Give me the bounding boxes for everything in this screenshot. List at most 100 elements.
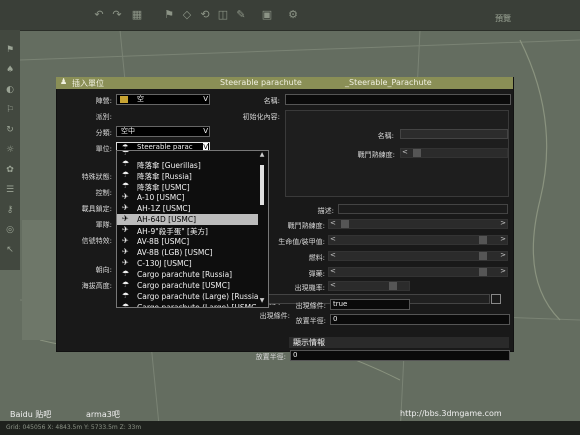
marker-tool-icon[interactable]: ☼	[3, 144, 17, 156]
slider-knob[interactable]	[479, 236, 487, 244]
bottom-radius-input[interactable]: 0	[290, 350, 510, 361]
parachute-icon: ☂	[122, 302, 130, 308]
category-select[interactable]: 空中 V	[116, 126, 210, 137]
module-tool-icon[interactable]: ✿	[3, 164, 17, 176]
dropdown-item[interactable]: ☂ 降落傘 [Guerillas]	[117, 159, 259, 170]
editor-toolbar: ↶ ↷ ▦ ⚑ ◇ ⟲ ◫ ✎ ▣ ⚙ 預覽	[0, 0, 580, 31]
slider-left-arrow: <	[330, 267, 336, 275]
forum-watermark: arma3吧	[86, 410, 120, 419]
module-icon[interactable]: ▣	[260, 9, 274, 21]
side-select[interactable]: 空 V	[116, 94, 210, 105]
subname-label: 名稱:	[377, 132, 394, 140]
dropdown-item-partial[interactable]: ☂	[117, 150, 259, 159]
bottom-radius-label: 放置半徑:	[255, 353, 286, 361]
display-info-section[interactable]: 顯示情報	[289, 337, 509, 348]
dropdown-item[interactable]: ☂ Cargo parachute (Large) [Russia	[117, 291, 259, 302]
dialog-titlebar: ♟ 插入單位 Steerable parachute _Steerable_Pa…	[56, 77, 513, 89]
plane-icon: ✈	[122, 258, 129, 267]
health-slider[interactable]: < >	[328, 235, 508, 245]
lock-tool-icon[interactable]: ⚷	[3, 204, 17, 216]
scroll-up-icon[interactable]: ▲	[258, 151, 266, 159]
dropdown-item[interactable]: ☂ 降落傘 [Russia]	[117, 170, 259, 181]
fuel-slider[interactable]: < >	[328, 251, 508, 261]
slider-right-arrow: >	[500, 267, 506, 275]
dropdown-item[interactable]: ✈ AH-9"殺手蛋" [美方]	[117, 225, 259, 236]
grid-icon[interactable]: ▦	[130, 9, 144, 21]
slider-left-arrow: <	[330, 281, 336, 289]
slider-knob[interactable]	[413, 149, 421, 157]
placement-radius-input[interactable]: 0	[330, 314, 510, 325]
skill-label: 戰鬥熟練度:	[357, 151, 395, 159]
sync-icon[interactable]: ⟲	[198, 9, 212, 21]
slider-left-arrow: <	[330, 235, 336, 243]
ammo-slider[interactable]: < >	[328, 267, 508, 277]
dialog-title: 插入單位	[72, 79, 104, 88]
placement-radius-label: 放置半徑:	[295, 317, 326, 325]
description-input[interactable]	[338, 204, 508, 214]
dropdown-item[interactable]: ✈ AV-8B [USMC]	[117, 236, 259, 247]
dropdown-item-label: Cargo parachute (Large) [USMC	[137, 303, 257, 308]
left-toolbar: ⚑ ♠ ◐ ⚐ ↻ ☼ ✿ ☰ ⚷ ◎ ↖	[0, 30, 20, 270]
dropdown-scrollbar[interactable]: ▲ ▼	[258, 151, 266, 305]
dropdown-item[interactable]: ✈ A-10 [USMC]	[117, 192, 259, 203]
dropdown-item[interactable]: ☂ 降落傘 [USMC]	[117, 181, 259, 192]
condition-input[interactable]: true	[330, 299, 410, 310]
subname-input[interactable]	[400, 129, 508, 139]
sync-tool-icon[interactable]: ↻	[3, 124, 17, 136]
slider-right-arrow: >	[500, 235, 506, 243]
cursor-tool-icon[interactable]: ↖	[3, 244, 17, 256]
slider-knob[interactable]	[341, 220, 349, 228]
group-icon[interactable]: ⚑	[162, 9, 176, 21]
skill-slider[interactable]: <	[400, 148, 508, 158]
scroll-down-icon[interactable]: ▼	[258, 297, 266, 305]
unit-tool-icon[interactable]: ⚑	[3, 44, 17, 56]
dropdown-item-label: Cargo parachute [Russia]	[137, 270, 233, 279]
dropdown-item-label: AV-8B (LGB) [USMC]	[137, 248, 213, 257]
plane-icon: ✈	[122, 192, 129, 201]
plane-icon: ✈	[122, 247, 129, 256]
unit-dropdown-list[interactable]: ☂ ☂ 降落傘 [Guerillas] ☂ 降落傘 [Russia] ☂ 降落傘 [USM…	[116, 150, 269, 308]
trigger-tool-icon[interactable]: ◐	[3, 84, 17, 96]
name-input[interactable]	[285, 94, 511, 105]
probability-checkbox[interactable]	[491, 294, 501, 304]
dropdown-item[interactable]: ✈ C-130J [USMC]	[117, 258, 259, 269]
control-label: 控制:	[95, 189, 112, 197]
category-value: 空中	[121, 127, 135, 135]
slider-knob[interactable]	[389, 282, 397, 290]
direction-label: 朝向:	[95, 266, 112, 274]
skill2-slider[interactable]: < >	[328, 219, 508, 229]
layer-tool-icon[interactable]: ☰	[3, 184, 17, 196]
dropdown-item-label: A-10 [USMC]	[137, 193, 185, 202]
slider-knob[interactable]	[479, 268, 487, 276]
dropdown-item[interactable]: ✈ AH-64D [USMC]	[117, 214, 259, 225]
parachute-icon: ☂	[122, 181, 130, 190]
dropdown-item[interactable]: ☂ Cargo parachute (Large) [USMC	[117, 302, 259, 308]
probability-slider[interactable]: <	[328, 281, 410, 291]
info-label: 信號特效:	[81, 237, 112, 245]
redo-icon[interactable]: ↷	[110, 9, 124, 21]
scroll-thumb[interactable]	[260, 165, 264, 205]
target-tool-icon[interactable]: ◎	[3, 224, 17, 236]
dropdown-item[interactable]: ✈ AH-1Z [USMC]	[117, 203, 259, 214]
waypoint-tool-icon[interactable]: ⚐	[3, 104, 17, 116]
chevron-down-icon: V	[203, 127, 208, 135]
category-label: 分類:	[95, 129, 112, 137]
dropdown-item-label: AH-9"殺手蛋" [美方]	[137, 227, 208, 236]
marker-icon[interactable]: ✎	[234, 9, 248, 21]
side-label: 陣營:	[95, 97, 112, 105]
dropdown-item[interactable]: ☂ Cargo parachute [Russia]	[117, 269, 259, 280]
status-bar: Grid: 045056 X: 4843.5m Y: 5733.5m Z: 33…	[0, 421, 580, 435]
vehicle-lock-label: 載具鎖定:	[81, 205, 112, 213]
undo-icon[interactable]: ↶	[92, 9, 106, 21]
waypoint-icon[interactable]: ◇	[180, 9, 194, 21]
dropdown-item[interactable]: ✈ AV-8B (LGB) [USMC]	[117, 247, 259, 258]
dropdown-item-label: AV-8B [USMC]	[137, 237, 190, 246]
parachute-icon: ☂	[122, 150, 130, 157]
preview-button[interactable]: 預覽	[495, 13, 511, 24]
dropdown-item[interactable]: ☂ Cargo parachute [USMC]	[117, 280, 259, 291]
slider-knob[interactable]	[479, 252, 487, 260]
group-tool-icon[interactable]: ♠	[3, 64, 17, 76]
settings-icon[interactable]: ⚙	[286, 9, 300, 21]
trigger-icon[interactable]: ◫	[216, 9, 230, 21]
dropdown-item-label: C-130J [USMC]	[137, 259, 192, 268]
